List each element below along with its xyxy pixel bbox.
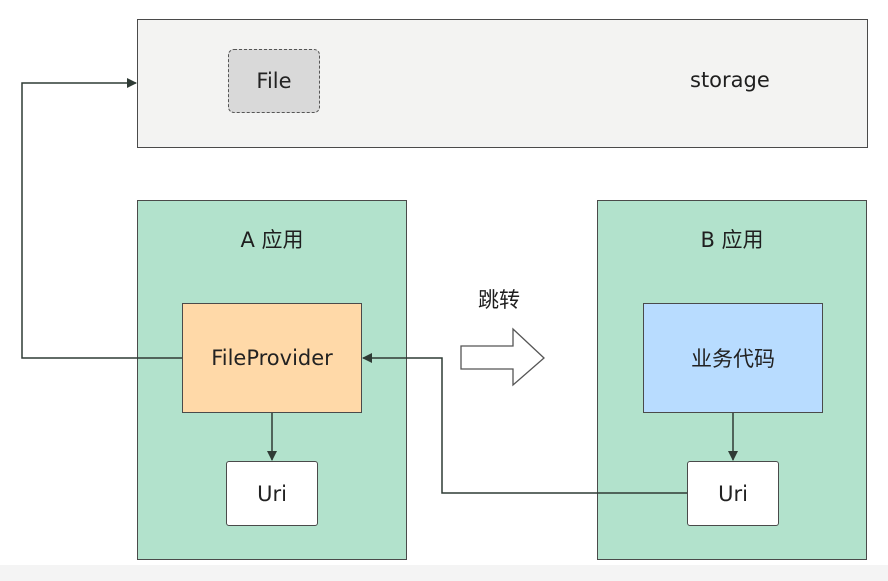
provider-to-storage-arrow (21, 78, 182, 359)
bottom-strip (0, 565, 888, 581)
connectors-layer (21, 78, 738, 494)
uri-to-provider-arrow (362, 353, 687, 494)
jump-arrow-icon (460, 327, 545, 387)
